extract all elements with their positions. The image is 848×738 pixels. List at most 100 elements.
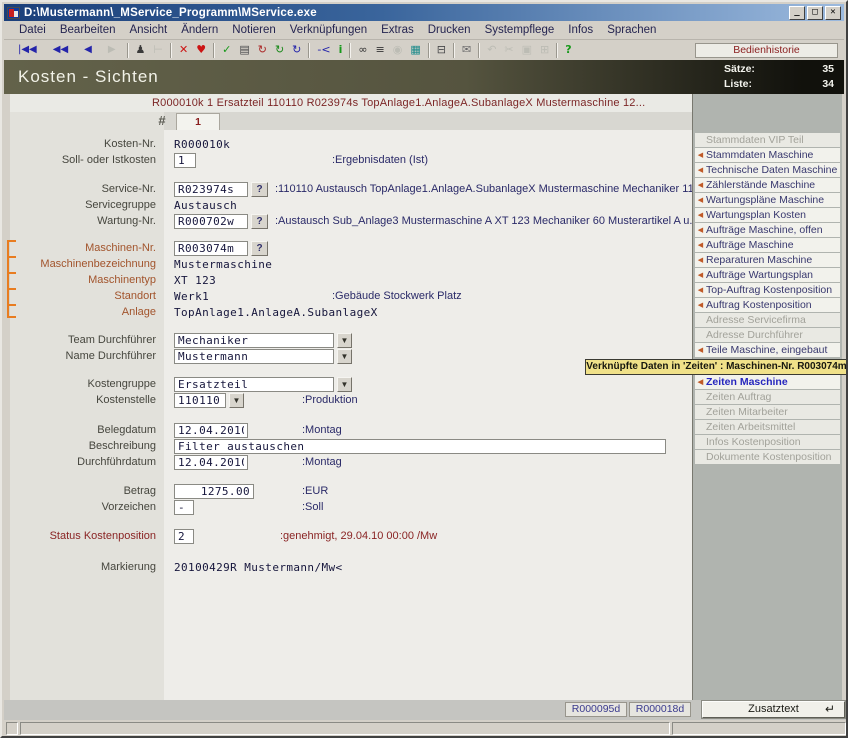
stamp-icon[interactable]: ♟ [132,42,150,58]
sidebar-button-stammdaten-maschine[interactable]: ◀Stammdaten Maschine [695,148,840,162]
view-header: Kosten - Sichten Sätze:35 Liste:34 [4,60,844,94]
field-input[interactable] [174,241,248,256]
sidebar-button-label: Zählerstände Maschine [706,179,815,191]
dropdown-value[interactable]: Ersatzteil [174,377,334,392]
menu-item-extras[interactable]: Extras [374,22,421,38]
field-input[interactable] [174,529,194,544]
menu-item-bearbeiten[interactable]: Bearbeiten [53,22,123,38]
field-note: :Austausch Sub_Anlage3 Mustermaschine A … [275,214,695,229]
first-record-icon[interactable]: |◀◀ [10,42,45,58]
field-value-static: R000010k [174,138,230,151]
close-button[interactable]: ✕ [825,6,841,20]
chevron-down-icon[interactable]: ▼ [229,393,244,408]
refresh-red-icon[interactable]: ↻ [254,42,271,58]
refresh-blue-icon[interactable]: ↻ [288,42,305,58]
sidebar-button-auftr-ge-maschine-offen[interactable]: ◀Aufträge Maschine, offen [695,223,840,237]
field-label: Anlage [10,306,156,318]
field-label: Maschinentyp [10,274,156,286]
copy-icon: ▣ [518,42,536,58]
field-input[interactable] [174,214,248,229]
lookup-question-button[interactable]: ? [251,182,268,197]
menu-item-ndern[interactable]: Ändern [174,22,225,38]
sidebar-button-technische-daten-maschine[interactable]: ◀Technische Daten Maschine [695,163,840,177]
toolbar-separator [428,43,430,58]
menu-item-notieren[interactable]: Notieren [225,22,282,38]
sidebar-button-teile-maschine-eingebaut[interactable]: ◀Teile Maschine, eingebaut [695,343,840,357]
bedienhistorie-button[interactable]: Bedienhistorie [695,43,838,58]
toolbar: |◀◀◀◀◀▶♟⊢✕♥✓▤↻↻↻-<i∞≡◉▦⊟✉↶✂▣⊞? Bedienhis… [4,40,844,60]
binoculars-icon[interactable]: ∞ [354,42,371,58]
prev-fast-icon[interactable]: ◀◀ [45,42,76,58]
sidebar-button-z-hlerst-nde-maschine[interactable]: ◀Zählerstände Maschine [695,178,840,192]
lookup-question-button[interactable]: ? [251,214,268,229]
zusatztext-button[interactable]: Zusatztext↵ [702,701,845,718]
form-row-belegdatum: Belegdatum :Montag [10,422,692,438]
prev-icon[interactable]: ◀ [76,42,100,58]
field-input[interactable] [174,500,194,515]
dropdown-value[interactable]: Mustermann [174,349,334,364]
menu-item-ansicht[interactable]: Ansicht [122,22,174,38]
sidebar-button-label: Dokumente Kostenposition [706,451,832,463]
maximize-button[interactable]: □ [807,6,823,20]
chart-icon[interactable]: ▦ [406,42,424,58]
menu-item-systempflege[interactable]: Systempflege [478,22,562,38]
tab-1[interactable]: 1 [176,113,220,130]
dropdown-value[interactable]: Mechaniker [174,333,334,348]
ref-button-r000018d[interactable]: R000018d [629,702,691,717]
paste-icon: ⊞ [536,42,553,58]
sidebar-button-stammdaten-vip-teil: ◀Stammdaten VIP Teil [695,133,840,147]
sidebar-button-auftr-ge-maschine[interactable]: ◀Aufträge Maschine [695,238,840,252]
field-input[interactable] [174,423,248,438]
link-branch-icon[interactable]: -< [313,42,334,58]
dropdown-value[interactable]: 110110 [174,393,226,408]
menu-item-sprachen[interactable]: Sprachen [600,22,663,38]
sidebar-button-zeiten-maschine[interactable]: ◀Zeiten Maschine [695,375,840,389]
field-input[interactable] [174,182,248,197]
ref-button-r000095d[interactable]: R000095d [565,702,627,717]
delete-icon[interactable]: ✕ [175,42,192,58]
field-value-static: 20100429R Mustermann/Mw< [174,561,343,574]
sidebar-button-label: Stammdaten Maschine [706,149,813,161]
status-segment-small [6,722,18,735]
sidebar-button-auftr-ge-wartungsplan[interactable]: ◀Aufträge Wartungsplan [695,268,840,282]
chevron-down-icon[interactable]: ▼ [337,349,352,364]
form-row-standort: StandortWerk1:Gebäude Stockwerk Platz [10,288,692,304]
field-input[interactable] [174,439,666,454]
field-input[interactable] [174,153,196,168]
field-label: Belegdatum [10,424,156,436]
mail-icon[interactable]: ✉ [458,42,475,58]
info-icon[interactable]: i [335,42,347,58]
sidebar-button-reparaturen-maschine[interactable]: ◀Reparaturen Maschine [695,253,840,267]
field-note: :Ergebnisdaten (Ist) [332,153,428,168]
sidebar-button-wartungspl-ne-maschine[interactable]: ◀Wartungspläne Maschine [695,193,840,207]
favorite-icon[interactable]: ♥ [192,42,210,58]
sidebar-button-wartungsplan-kosten[interactable]: ◀Wartungsplan Kosten [695,208,840,222]
list-lines-icon[interactable]: ≡ [372,42,389,58]
undo-icon: ↶ [483,42,500,58]
field-input[interactable] [174,484,254,499]
sidebar-button-top-auftrag-kostenposition[interactable]: ◀Top-Auftrag Kostenposition [695,283,840,297]
minimize-button[interactable]: _ [789,6,805,20]
title-bar[interactable]: D:\Mustermann\_MService_Programm\MServic… [4,4,844,21]
field-label: Betrag [10,485,156,497]
chevron-down-icon[interactable]: ▼ [337,333,352,348]
notes-icon[interactable]: ▤ [235,42,253,58]
sidebar-button-auftrag-kostenposition[interactable]: ◀Auftrag Kostenposition [695,298,840,312]
confirm-icon[interactable]: ✓ [218,42,235,58]
print-icon[interactable]: ⊟ [433,42,450,58]
field-note: :Montag [302,423,342,438]
menu-item-datei[interactable]: Datei [12,22,53,38]
field-input[interactable] [174,455,248,470]
form-row-beschreibung: Beschreibung [10,438,692,454]
lookup-question-button[interactable]: ? [251,241,268,256]
refresh-green-icon[interactable]: ↻ [271,42,288,58]
menu-item-verknpfungen[interactable]: Verknüpfungen [283,22,374,38]
help-icon[interactable]: ? [561,42,575,58]
app-icon [7,7,20,19]
sidebar-button-adresse-durchf-hrer: ◀Adresse Durchführer [695,328,840,342]
menu-item-drucken[interactable]: Drucken [421,22,478,38]
sidebar-button-label: Stammdaten VIP Teil [706,134,804,146]
field-value-static: Mustermaschine [174,258,272,271]
chevron-down-icon[interactable]: ▼ [337,377,352,392]
menu-item-infos[interactable]: Infos [561,22,600,38]
